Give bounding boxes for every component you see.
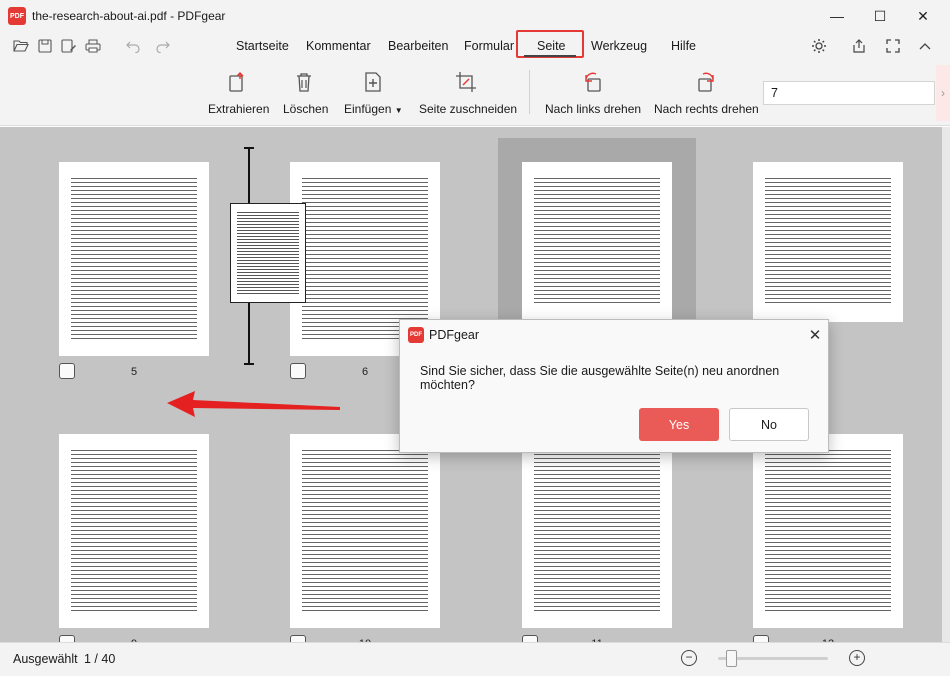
menu-kommentar[interactable]: Kommentar: [306, 39, 371, 53]
page-checkbox[interactable]: [59, 363, 75, 379]
open-folder-icon[interactable]: [12, 37, 30, 55]
page-checkbox[interactable]: [290, 635, 306, 642]
page-number-input[interactable]: 7: [763, 81, 935, 105]
drop-indicator-cap: [244, 147, 254, 149]
undo-icon[interactable]: [124, 37, 142, 55]
page-thumbnail[interactable]: [290, 434, 440, 628]
dialog-title: PDFgear: [429, 328, 480, 342]
crop-page-button[interactable]: Seite zuschneiden: [419, 102, 517, 116]
fullscreen-icon[interactable]: [884, 37, 902, 55]
dialog-app-icon: PDF: [408, 327, 424, 343]
selected-label: Ausgewählt: [13, 652, 78, 666]
page-checkbox[interactable]: [753, 635, 769, 642]
selected-page-count: 1 / 40: [84, 652, 116, 666]
reorder-confirm-dialog: PDF PDFgear ✕ Sind Sie sicher, dass Sie …: [399, 319, 829, 453]
dialog-close-button[interactable]: ✕: [804, 324, 826, 346]
insert-button[interactable]: Einfügen ▼: [344, 102, 403, 116]
active-tab-indicator: [524, 55, 576, 57]
redo-icon[interactable]: [154, 37, 172, 55]
zoom-in-button[interactable]: +: [849, 650, 865, 666]
dialog-message: Sind Sie sicher, dass Sie die ausgewählt…: [420, 364, 780, 392]
zoom-slider-thumb[interactable]: [726, 650, 737, 667]
page-checkbox[interactable]: [522, 635, 538, 642]
rotate-left-button[interactable]: Nach links drehen: [545, 102, 641, 116]
delete-button[interactable]: Löschen: [283, 102, 328, 116]
menu-hilfe[interactable]: Hilfe: [671, 39, 696, 53]
insert-page-icon[interactable]: [361, 70, 385, 94]
ribbon-separator: [529, 70, 530, 114]
print-icon[interactable]: [84, 37, 102, 55]
rotate-right-icon[interactable]: [694, 70, 718, 94]
share-icon[interactable]: [850, 37, 868, 55]
page-thumbnail[interactable]: [522, 434, 672, 628]
page-number: 6: [361, 366, 369, 378]
crop-icon[interactable]: [454, 70, 478, 94]
insert-button-label: Einfügen: [344, 102, 392, 116]
page-thumbnail[interactable]: [59, 434, 209, 628]
vertical-scrollbar[interactable]: [942, 127, 950, 642]
rotate-left-icon[interactable]: [581, 70, 605, 94]
close-window-button[interactable]: ✕: [900, 0, 946, 32]
no-button[interactable]: No: [729, 408, 809, 441]
collapse-ribbon-icon[interactable]: [916, 37, 934, 55]
ribbon-scroll-right-icon[interactable]: ›: [936, 65, 950, 121]
page-number: 5: [130, 366, 138, 378]
zoom-out-button[interactable]: −: [681, 650, 697, 666]
page-checkbox[interactable]: [59, 635, 75, 642]
minimize-button[interactable]: —: [814, 0, 860, 32]
dragged-page-preview: [230, 203, 306, 303]
menu-seite-highlight: [516, 30, 584, 58]
page-thumbnail[interactable]: [753, 434, 903, 628]
trash-icon[interactable]: [292, 70, 316, 94]
save-icon[interactable]: [36, 37, 54, 55]
settings-gear-icon[interactable]: [810, 37, 828, 55]
window-title: the-research-about-ai.pdf - PDFgear: [32, 9, 226, 23]
drop-indicator-cap: [244, 363, 254, 365]
menu-formular[interactable]: Formular: [464, 39, 514, 53]
save-as-icon[interactable]: [60, 37, 78, 55]
menu-bearbeiten[interactable]: Bearbeiten: [388, 39, 448, 53]
extract-icon[interactable]: [226, 70, 250, 94]
app-logo-icon: PDF: [8, 7, 26, 25]
red-arrow-annotation: [167, 391, 340, 417]
rotate-right-button[interactable]: Nach rechts drehen: [654, 102, 759, 116]
extract-button[interactable]: Extrahieren: [208, 102, 269, 116]
page-checkbox[interactable]: [290, 363, 306, 379]
page-thumbnail[interactable]: [753, 162, 903, 322]
page-thumbnail[interactable]: [59, 162, 209, 356]
maximize-button[interactable]: ☐: [857, 0, 903, 32]
menu-startseite[interactable]: Startseite: [236, 39, 289, 53]
yes-button[interactable]: Yes: [639, 408, 719, 441]
chevron-down-icon: ▼: [394, 106, 403, 115]
menu-werkzeug[interactable]: Werkzeug: [591, 39, 647, 53]
page-thumbnail[interactable]: [522, 162, 672, 322]
